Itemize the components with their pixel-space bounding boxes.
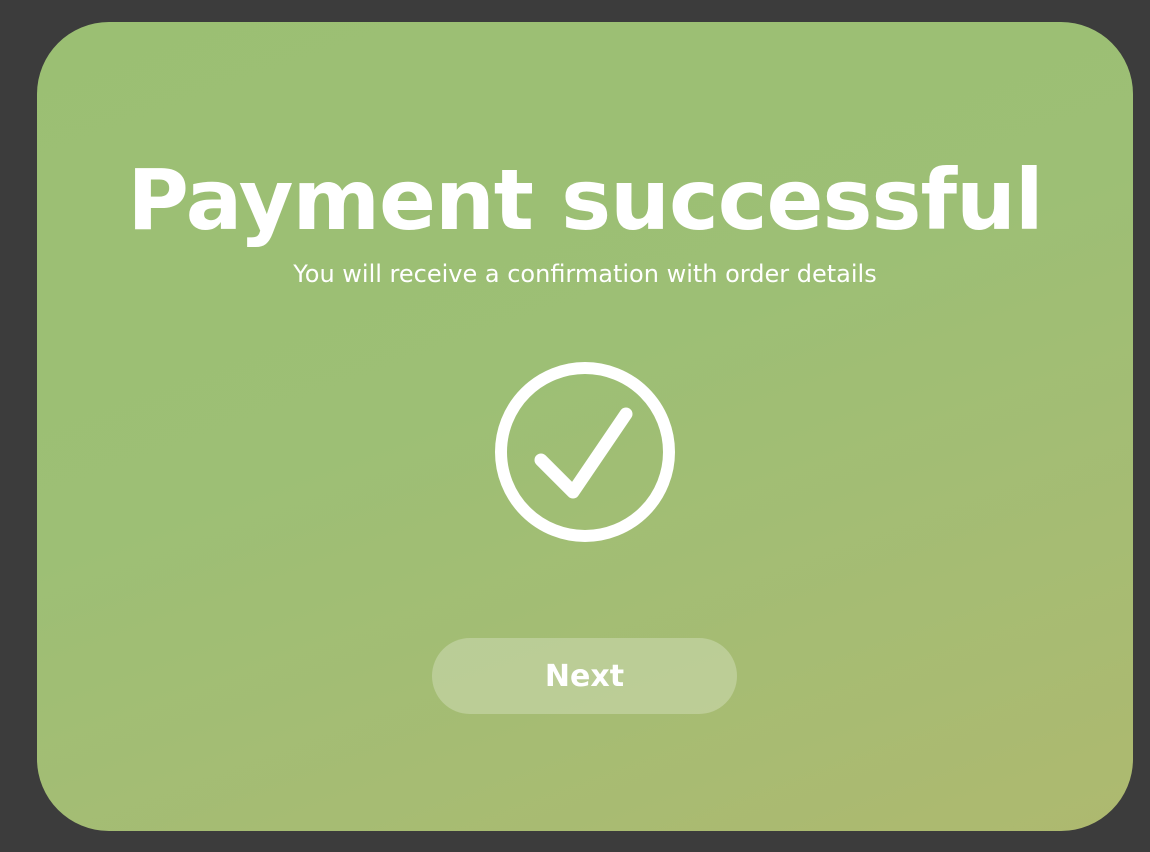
page-title: Payment successful bbox=[127, 151, 1043, 249]
payment-success-card: Payment successful You will receive a co… bbox=[37, 22, 1133, 831]
check-circle-icon bbox=[495, 362, 675, 542]
next-button[interactable]: Next bbox=[432, 638, 737, 714]
confirmation-message: You will receive a confirmation with ord… bbox=[293, 260, 877, 288]
